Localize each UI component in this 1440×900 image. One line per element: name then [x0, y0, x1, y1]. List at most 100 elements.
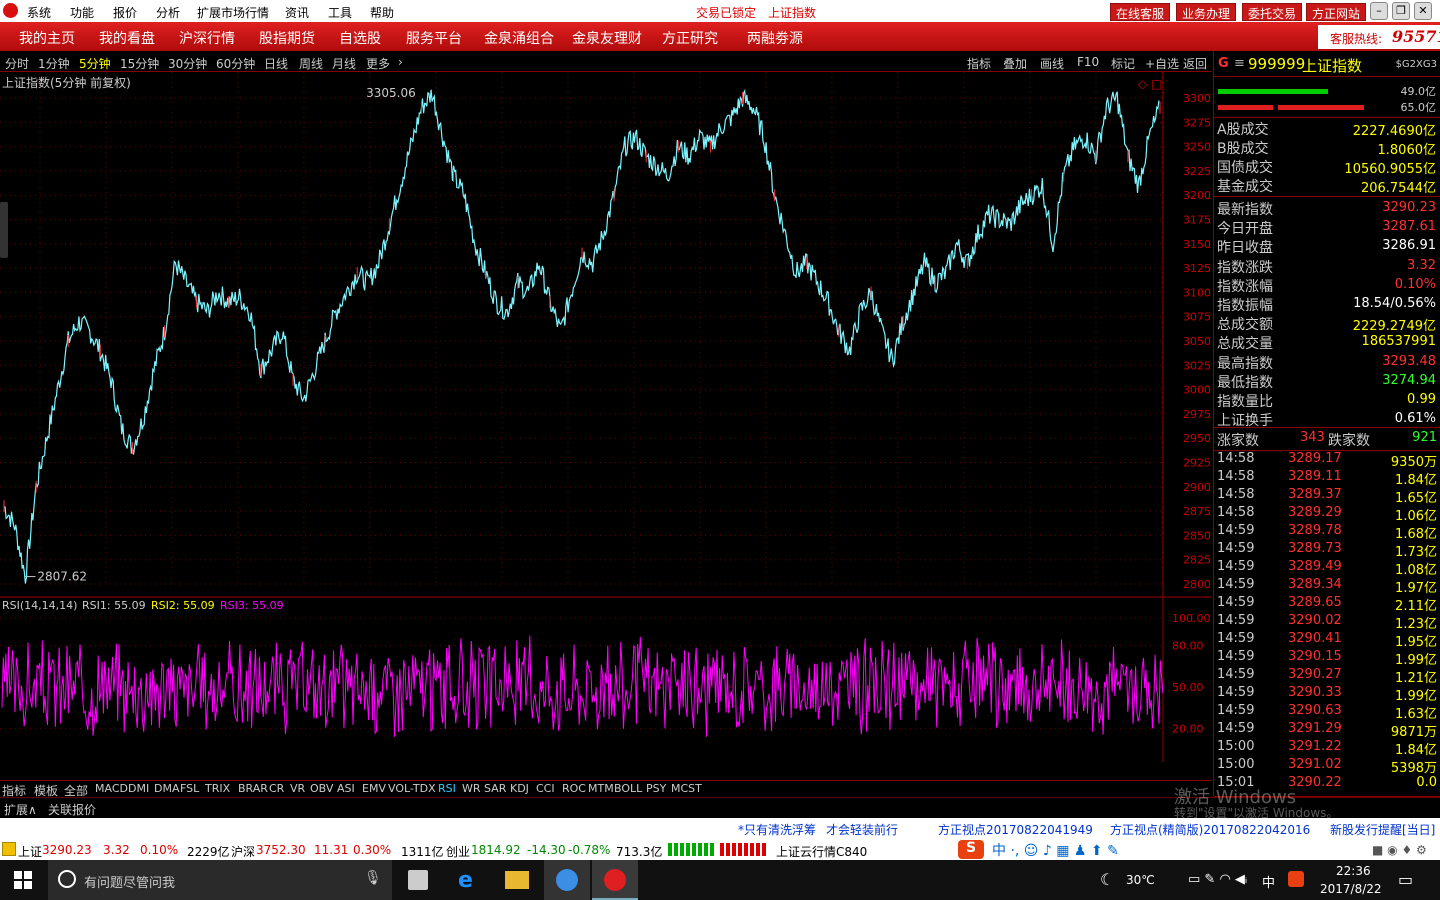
- menu-item[interactable]: 报价: [113, 4, 137, 21]
- period-tab[interactable]: 日线: [264, 55, 288, 72]
- indicator-tab[interactable]: BOLL: [614, 782, 642, 795]
- clock-time[interactable]: 22:36: [1336, 864, 1371, 878]
- menu-item[interactable]: 资讯: [285, 4, 309, 21]
- search-box[interactable]: 有问题尽管问我 🎙: [48, 860, 392, 900]
- menu-item[interactable]: 帮助: [370, 4, 394, 21]
- stat-value: 0.61%: [1394, 411, 1436, 427]
- indicator-tab[interactable]: EMV: [362, 782, 386, 795]
- menu-item[interactable]: 工具: [328, 4, 352, 21]
- menu-item[interactable]: 系统: [27, 4, 51, 21]
- indicator-tab[interactable]: ROC: [562, 782, 586, 795]
- nav-item[interactable]: 股指期货: [259, 28, 315, 48]
- period-tab[interactable]: 30分钟: [168, 55, 207, 72]
- nav-item[interactable]: 金泉涌组合: [484, 28, 554, 48]
- indicator-tab[interactable]: DMI: [128, 782, 149, 795]
- indicator-tab[interactable]: CCI: [536, 782, 555, 795]
- indicator-tab[interactable]: TRIX: [205, 782, 230, 795]
- restore-icon[interactable]: ❐: [1392, 2, 1410, 20]
- tick-volume: 9350万: [1390, 455, 1437, 470]
- weather-icon[interactable]: ☾: [1100, 870, 1114, 889]
- header-button[interactable]: 业务办理: [1176, 3, 1237, 21]
- edge-icon[interactable]: e: [458, 868, 473, 893]
- nav-item[interactable]: 自选股: [339, 28, 381, 48]
- ime-icon[interactable]: 中 ·, ☺ ♪ ▦ ♟ ⬆ ✎: [992, 840, 1119, 860]
- header-button[interactable]: 在线客服: [1110, 3, 1171, 21]
- menu-item[interactable]: 功能: [70, 4, 94, 21]
- news-item[interactable]: *只有清洗浮筹: [738, 821, 816, 838]
- store-icon[interactable]: [408, 870, 428, 890]
- rsi2-value: RSI2: 55.09: [151, 599, 215, 612]
- period-tab[interactable]: 15分钟: [120, 55, 159, 72]
- indicator-tab[interactable]: FSL: [180, 782, 199, 795]
- chart-area[interactable]: 3300 3275 3250 3225 3200 3175 3150 3125 3100 3075…: [0, 72, 1212, 779]
- indicator-tab[interactable]: CR: [269, 782, 284, 795]
- period-tab[interactable]: 1分钟: [38, 55, 70, 72]
- header-button[interactable]: 方正网站: [1306, 3, 1367, 21]
- period-tab[interactable]: 5分钟: [79, 55, 111, 72]
- period-tab[interactable]: 60分钟: [216, 55, 255, 72]
- indicator-tab[interactable]: BRAR: [238, 782, 268, 795]
- indicator-tab[interactable]: RSI: [438, 782, 456, 795]
- indicator-tab[interactable]: MTM: [588, 782, 614, 795]
- period-tab[interactable]: 更多: [366, 55, 390, 72]
- nav-item[interactable]: 沪深行情: [179, 28, 235, 48]
- menu-item[interactable]: 分析: [156, 4, 180, 21]
- microphone-icon[interactable]: 🎙: [364, 870, 382, 886]
- menu-item[interactable]: 扩展市场行情: [197, 4, 269, 21]
- start-icon[interactable]: [14, 871, 32, 889]
- indicator-tab[interactable]: ASI: [337, 782, 355, 795]
- indicator-tab[interactable]: VOL-TDX: [388, 782, 436, 795]
- indicator-tab[interactable]: KDJ: [510, 782, 529, 795]
- news-item[interactable]: 方正视点20170822041949: [938, 821, 1093, 838]
- period-tab[interactable]: 周线: [299, 55, 323, 72]
- system-tray-icons[interactable]: ▭ ✎ ◠ ◀ᵢ: [1188, 872, 1247, 887]
- indicator-tab[interactable]: MCST: [671, 782, 702, 795]
- chevron-right-icon[interactable]: ›: [398, 55, 403, 69]
- indicator-tab[interactable]: OBV: [310, 782, 333, 795]
- indicator-tab[interactable]: MACD: [95, 782, 128, 795]
- notification-icon[interactable]: ▭: [1398, 870, 1413, 889]
- clock-date[interactable]: 2017/8/22: [1320, 882, 1382, 896]
- indicator-tab[interactable]: PSY: [646, 782, 666, 795]
- related-quotes-button[interactable]: 关联报价: [48, 801, 96, 818]
- nav-item[interactable]: 金泉友理财: [572, 28, 642, 48]
- nav-item[interactable]: 我的主页: [19, 28, 75, 48]
- group-icon[interactable]: G: [1218, 56, 1229, 71]
- toolbar-button[interactable]: 标记: [1111, 55, 1135, 72]
- ie-task[interactable]: [544, 860, 590, 900]
- close-icon[interactable]: ✕: [1414, 2, 1432, 20]
- toolbar-button[interactable]: 叠加: [1003, 55, 1027, 72]
- news-item[interactable]: 新股发行提醒[当日]: [1330, 821, 1435, 838]
- ime-indicator[interactable]: 中: [1262, 872, 1275, 891]
- indicator-tab[interactable]: VR: [290, 782, 305, 795]
- fangzheng-task[interactable]: [592, 860, 638, 900]
- toolbar-button[interactable]: 指标: [967, 55, 991, 72]
- period-tab[interactable]: 分时: [5, 55, 29, 72]
- header-button[interactable]: 委托交易: [1242, 3, 1303, 21]
- period-tab[interactable]: 月线: [332, 55, 356, 72]
- list-icon[interactable]: ≡: [1234, 56, 1245, 71]
- explorer-icon[interactable]: [505, 871, 529, 889]
- nav-item[interactable]: 服务平台: [406, 28, 462, 48]
- sogou-icon[interactable]: S: [958, 840, 984, 859]
- toolbar-button[interactable]: +自选: [1145, 55, 1179, 72]
- news-item[interactable]: 方正视点(精简版)20170822042016: [1110, 821, 1310, 838]
- sogou-tray-icon[interactable]: [1288, 871, 1304, 887]
- nav-item[interactable]: 我的看盘: [99, 28, 155, 48]
- indicator-tab[interactable]: DMA: [154, 782, 180, 795]
- kline-chart[interactable]: 3300 3275 3250 3225 3200 3175 3150 3125 3100 3075…: [0, 72, 1212, 779]
- indicator-tab[interactable]: SAR: [484, 782, 506, 795]
- tick-price: 3290.27: [1288, 667, 1342, 682]
- cloud-quote[interactable]: 上证云行情C840: [776, 843, 867, 860]
- toolbar-button[interactable]: 返回: [1183, 55, 1207, 72]
- nav-item[interactable]: 方正研究: [662, 28, 718, 48]
- nav-item[interactable]: 两融劵源: [747, 28, 803, 48]
- indicator-tab[interactable]: WR: [462, 782, 481, 795]
- tick-row: 14:59 3289.65 2.11亿: [1214, 595, 1440, 614]
- toolbar-button[interactable]: 画线: [1040, 55, 1064, 72]
- news-item[interactable]: 才会轻装前行: [826, 821, 898, 838]
- toolbar-button[interactable]: F10: [1077, 55, 1099, 69]
- minimize-icon[interactable]: –: [1370, 2, 1388, 20]
- expand-button[interactable]: 扩展∧: [4, 801, 37, 818]
- tick-row: 14:59 3289.73 1.73亿: [1214, 541, 1440, 560]
